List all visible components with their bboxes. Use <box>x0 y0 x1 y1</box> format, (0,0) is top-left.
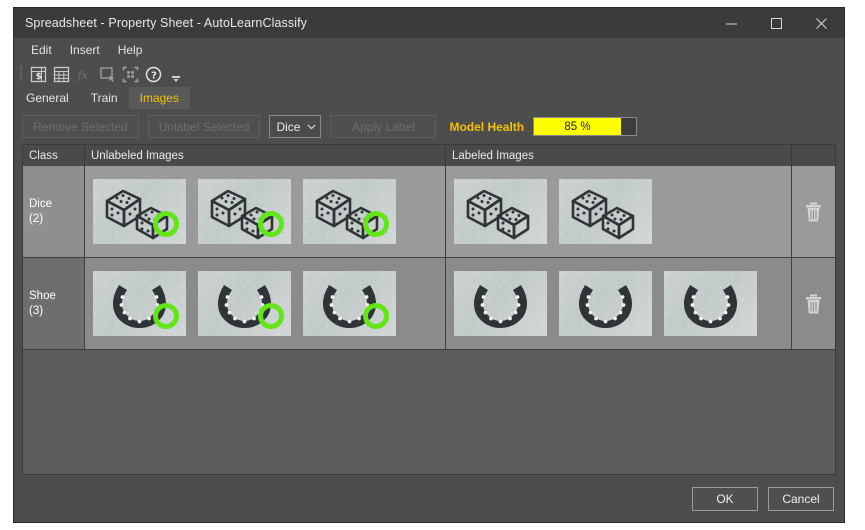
grid-empty-area <box>23 350 835 474</box>
horseshoe-image <box>454 271 547 336</box>
svg-text:?: ? <box>151 70 157 81</box>
horseshoe-image <box>559 271 652 336</box>
window-title: Spreadsheet - Property Sheet - AutoLearn… <box>14 16 307 30</box>
remove-selected-button[interactable]: Remove Selected <box>22 115 139 138</box>
toolbar-overflow-icon[interactable] <box>169 63 183 85</box>
spreadsheet-currency-icon[interactable]: $ <box>28 64 49 85</box>
cancel-button[interactable]: Cancel <box>768 487 834 511</box>
dialog-footer: OK Cancel <box>14 475 844 522</box>
unlabeled-images-cell-shoe <box>85 258 446 349</box>
class-select-value: Dice <box>276 120 307 134</box>
window-controls <box>709 8 844 38</box>
unlabeled-thumbnail-dice[interactable] <box>93 179 186 244</box>
model-health-value: 85 % <box>534 118 621 135</box>
action-bar: Remove Selected Unlabel Selected Dice Ap… <box>14 109 844 144</box>
unlabeled-thumbnail-dice[interactable] <box>198 179 291 244</box>
tab-images[interactable]: Images <box>129 87 190 109</box>
unlabeled-thumbnail-horseshoe[interactable] <box>93 271 186 336</box>
model-health-progress: 85 % <box>533 117 637 136</box>
select-cell-icon[interactable] <box>97 64 118 85</box>
prediction-badge-icon <box>363 303 389 329</box>
labeled-images-cell-dice <box>446 166 792 257</box>
maximize-icon[interactable] <box>754 8 799 38</box>
table-row[interactable]: Dice (2) <box>23 166 835 258</box>
model-health-label: Model Health <box>449 120 524 134</box>
class-cell-dice[interactable]: Dice (2) <box>23 166 85 257</box>
class-count: (2) <box>29 212 43 227</box>
unlabeled-thumbnail-horseshoe[interactable] <box>303 271 396 336</box>
menu-item-insert[interactable]: Insert <box>61 41 109 59</box>
grid-header-row: Class Unlabeled Images Labeled Images <box>23 145 835 166</box>
function-fx-icon[interactable]: fx <box>74 64 95 85</box>
menu-item-edit[interactable]: Edit <box>22 41 61 59</box>
property-sheet-window: Spreadsheet - Property Sheet - AutoLearn… <box>14 8 844 522</box>
labeled-thumbnail-horseshoe[interactable] <box>454 271 547 336</box>
delete-row-button-shoe[interactable] <box>792 258 835 349</box>
unlabel-selected-button[interactable]: Unlabel Selected <box>148 115 261 138</box>
column-header-actions <box>792 145 835 166</box>
images-grid: Class Unlabeled Images Labeled Images Di… <box>22 144 836 475</box>
labeled-thumbnail-dice[interactable] <box>559 179 652 244</box>
prediction-badge-icon <box>153 303 179 329</box>
menu-item-help[interactable]: Help <box>109 41 152 59</box>
toolbar: $ fx <box>14 61 844 87</box>
dice-image <box>454 179 547 244</box>
horseshoe-image <box>664 271 757 336</box>
chevron-down-icon <box>307 124 316 130</box>
trash-icon <box>804 201 823 223</box>
tab-general[interactable]: General <box>15 87 80 109</box>
prediction-badge-icon <box>258 211 284 237</box>
column-header-labeled-images: Labeled Images <box>446 145 792 166</box>
delete-row-button-dice[interactable] <box>792 166 835 257</box>
tab-strip: General Train Images <box>14 87 844 109</box>
prediction-badge-icon <box>153 211 179 237</box>
column-header-class: Class <box>23 145 85 166</box>
fit-matrix-icon[interactable] <box>120 64 141 85</box>
class-count: (3) <box>29 304 43 319</box>
labeled-thumbnail-dice[interactable] <box>454 179 547 244</box>
class-name: Dice <box>29 197 52 212</box>
table-grid-icon[interactable] <box>51 64 72 85</box>
close-icon[interactable] <box>799 8 844 38</box>
labeled-thumbnail-horseshoe[interactable] <box>559 271 652 336</box>
help-circle-icon[interactable]: ? <box>143 64 164 85</box>
table-row[interactable]: Shoe (3) <box>23 258 835 350</box>
minimize-icon[interactable] <box>709 8 754 38</box>
title-bar: Spreadsheet - Property Sheet - AutoLearn… <box>14 8 844 38</box>
trash-icon <box>804 293 823 315</box>
prediction-badge-icon <box>363 211 389 237</box>
unlabeled-thumbnail-horseshoe[interactable] <box>198 271 291 336</box>
class-select-dropdown[interactable]: Dice <box>269 115 321 138</box>
unlabeled-images-cell-dice <box>85 166 446 257</box>
labeled-thumbnail-horseshoe[interactable] <box>664 271 757 336</box>
menu-bar: Edit Insert Help <box>14 38 844 61</box>
ok-button[interactable]: OK <box>692 487 758 511</box>
unlabeled-thumbnail-dice[interactable] <box>303 179 396 244</box>
class-cell-shoe[interactable]: Shoe (3) <box>23 258 85 349</box>
toolbar-grip-handle[interactable] <box>18 65 25 83</box>
screenshot-root: Spreadsheet - Property Sheet - AutoLearn… <box>0 0 865 530</box>
svg-text:fx: fx <box>77 69 89 82</box>
column-header-unlabeled-images: Unlabeled Images <box>85 145 446 166</box>
apply-label-button[interactable]: Apply Label <box>330 115 436 138</box>
tab-train[interactable]: Train <box>80 87 129 109</box>
prediction-badge-icon <box>258 303 284 329</box>
labeled-images-cell-shoe <box>446 258 792 349</box>
dice-image <box>559 179 652 244</box>
class-name: Shoe <box>29 289 56 304</box>
svg-text:$: $ <box>36 72 42 82</box>
